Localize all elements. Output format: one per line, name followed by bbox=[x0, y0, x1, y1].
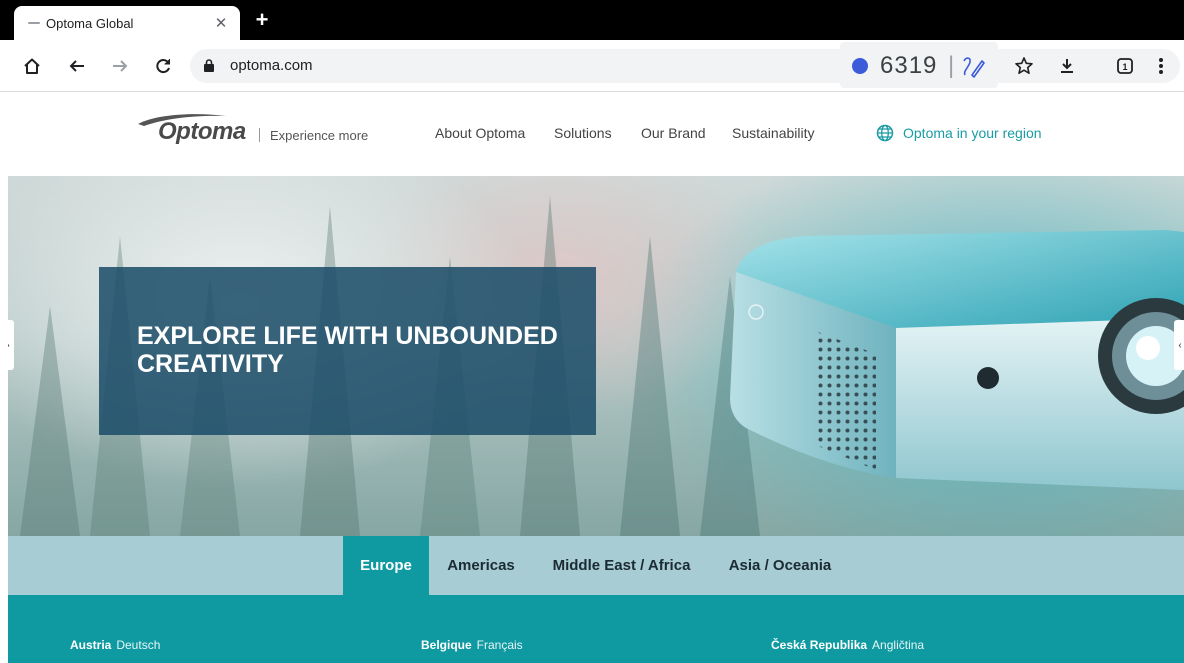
country-link-ceska-republika[interactable]: Česká Republika Angličtina bbox=[771, 638, 924, 652]
projector-image bbox=[730, 230, 1184, 490]
slider-next-button[interactable]: ‹ bbox=[1174, 320, 1184, 370]
nav-solutions[interactable]: Solutions bbox=[554, 125, 612, 141]
country-language: Angličtina bbox=[872, 638, 925, 652]
pen-icon[interactable] bbox=[958, 53, 988, 83]
new-tab-icon[interactable]: + bbox=[252, 9, 272, 31]
country-list bbox=[0, 595, 1184, 663]
country-link-belgique[interactable]: Belgique Français bbox=[421, 638, 523, 652]
back-arrow-icon[interactable] bbox=[64, 53, 90, 79]
tab-asia-oceania[interactable]: Asia / Oceania bbox=[717, 536, 843, 595]
hero-title: EXPLORE LIFE WITH UNBOUNDED CREATIVITY bbox=[137, 322, 558, 378]
region-selector-link[interactable]: Optoma in your region bbox=[876, 124, 1042, 142]
counter-divider: | bbox=[948, 52, 955, 79]
tab-middle-east-africa[interactable]: Middle East / Africa bbox=[540, 536, 703, 595]
svg-text:1: 1 bbox=[1122, 62, 1127, 72]
home-icon[interactable] bbox=[19, 53, 45, 79]
region-link-label: Optoma in your region bbox=[903, 125, 1042, 141]
tagline-divider bbox=[259, 128, 260, 142]
logo-text: Optoma bbox=[158, 118, 246, 145]
optoma-logo[interactable]: Optoma bbox=[136, 112, 252, 146]
country-name: Belgique bbox=[421, 638, 472, 652]
more-menu-icon[interactable] bbox=[1148, 53, 1174, 79]
country-name: Česká Republika bbox=[771, 638, 868, 652]
record-dot-icon bbox=[852, 58, 868, 74]
nav-our-brand[interactable]: Our Brand bbox=[641, 125, 706, 141]
url-text: optoma.com bbox=[230, 57, 313, 74]
country-link-austria[interactable]: Austria Deutsch bbox=[70, 638, 160, 652]
forward-arrow-icon[interactable] bbox=[107, 53, 133, 79]
browser-toolbar: optoma.com 1 bbox=[0, 40, 1184, 92]
bookmark-star-icon[interactable] bbox=[1011, 53, 1037, 79]
tagline: Experience more bbox=[270, 128, 369, 143]
tab-title: Optoma Global bbox=[46, 15, 134, 31]
counter-value: 6319 bbox=[880, 52, 938, 79]
tree-shape bbox=[20, 306, 80, 536]
download-icon[interactable] bbox=[1054, 53, 1080, 79]
tree-shape bbox=[620, 236, 680, 536]
country-language: Deutsch bbox=[116, 638, 161, 652]
tab-americas[interactable]: Americas bbox=[436, 536, 526, 595]
reload-icon[interactable] bbox=[150, 53, 176, 79]
optoma-favicon-icon bbox=[28, 20, 40, 26]
lock-icon bbox=[204, 59, 214, 72]
chevron-left-icon: ‹ bbox=[1178, 339, 1182, 351]
nav-sustainability[interactable]: Sustainability bbox=[732, 125, 815, 141]
tab-europe[interactable]: Europe bbox=[343, 536, 429, 595]
browser-tab[interactable]: Optoma Global ✕ bbox=[14, 6, 240, 40]
tab-strip: Optoma Global ✕ + bbox=[0, 0, 1184, 40]
globe-icon bbox=[876, 124, 894, 142]
close-tab-icon[interactable]: ✕ bbox=[212, 14, 230, 32]
nav-about-optoma[interactable]: About Optoma bbox=[435, 125, 525, 141]
tab-switcher-icon[interactable]: 1 bbox=[1112, 53, 1138, 79]
country-name: Austria bbox=[70, 638, 112, 652]
page-left-edge bbox=[0, 92, 8, 663]
country-language: Français bbox=[476, 638, 523, 652]
